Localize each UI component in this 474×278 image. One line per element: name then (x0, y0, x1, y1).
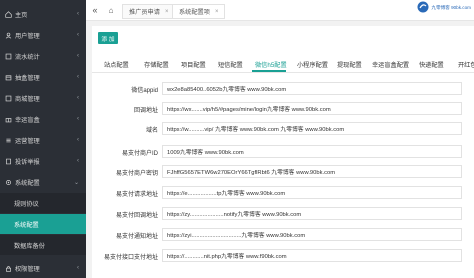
user-icon (5, 32, 12, 39)
merchant-id-field[interactable]: 1009九零博客 www.90bk.com (162, 145, 462, 158)
shop-icon (5, 95, 12, 102)
sidebar-item-lucky-box[interactable]: 幸运盲盒 ‹ (0, 109, 86, 129)
sidebar-item-label: 投诉举报 (15, 158, 40, 166)
field-label: 易支付请求地址 (115, 191, 158, 198)
chevron-left-icon: ‹ (77, 265, 79, 271)
logo-text: 九零博客 90bk.com (431, 4, 471, 10)
sidebar-item-box[interactable]: 抽盒管理 ‹ (0, 67, 86, 87)
form-row-domain: 域名 https://w..........vip/ 九零博客 www.90bk… (92, 122, 474, 136)
chevron-left-icon: ‹ (77, 53, 79, 59)
chevron-left-icon: ‹ (77, 11, 79, 17)
logo-icon (417, 1, 429, 13)
tab-promoter-apply[interactable]: 推广员申请 × (122, 4, 176, 19)
chevron-left-icon: ‹ (77, 95, 79, 101)
domain-field[interactable]: https://w..........vip/ 九零博客 www.90bk.co… (162, 122, 462, 135)
sidebar-item-label: 运营管理 (15, 137, 40, 145)
gift-icon (5, 116, 12, 123)
chevron-left-icon: ‹ (77, 74, 79, 80)
chevron-left-icon: ‹ (77, 116, 79, 122)
sidebar-item-system-config[interactable]: 系统配置 ⌄ (0, 172, 86, 192)
report-icon (5, 158, 12, 165)
sidebar-item-home[interactable]: 主页 ‹ (0, 4, 86, 24)
sidebar-item-label: 流水统计 (15, 53, 40, 61)
chevron-left-icon: ‹ (77, 158, 79, 164)
close-icon[interactable]: × (215, 9, 219, 15)
field-label: 域名 (145, 127, 158, 134)
sidebar: 主页 ‹ 用户管理 ‹ 流水统计 ‹ 抽盒管理 ‹ 商城管理 ‹ 幸运盲盒 ‹ … (0, 0, 86, 278)
sidebar-item-shop[interactable]: 商城管理 ‹ (0, 88, 86, 108)
chevron-left-icon: ‹ (77, 137, 79, 143)
sidebar-item-label: 幸运盲盒 (15, 116, 40, 124)
ops-icon (5, 137, 12, 144)
form-row-pay-api-url: 易支付接口支付地址 https://............nit.php九零博… (92, 249, 474, 263)
form-row-merchant-id: 易支付商户ID 1009九零博客 www.90bk.com (92, 145, 474, 159)
add-button[interactable]: 添 加 (98, 32, 118, 44)
tab-sms-config[interactable]: 短信配置 (218, 56, 243, 72)
field-label: 回调地址 (133, 107, 158, 114)
field-label: 易支付通知地址 (115, 233, 158, 240)
box-icon (5, 74, 12, 81)
sidebar-subitem-label: 数据库备份 (14, 242, 45, 250)
gear-icon (5, 179, 12, 186)
field-label: 易支付商户ID (121, 150, 158, 157)
notify-url-field[interactable]: https://zyi.............................… (162, 228, 462, 241)
form-row-notify-url: 易支付通知地址 https://zyi.....................… (92, 228, 474, 242)
sidebar-item-permissions[interactable]: 权限管理 ‹ (0, 258, 86, 278)
top-bar: « ⌂ 推广员申请 × 系统配置项 × 九零博客 90bk.com (86, 0, 474, 21)
sidebar-item-complaints[interactable]: 投诉举报 ‹ (0, 151, 86, 171)
sidebar-item-label: 权限管理 (15, 265, 40, 273)
sidebar-subitem-label: 规则协议 (14, 200, 39, 208)
sidebar-item-label: 用户管理 (15, 32, 40, 40)
sidebar-subitem-db-backup[interactable]: 数据库备份 (0, 235, 86, 255)
sidebar-item-label: 抽盒管理 (15, 74, 40, 82)
site-logo: 九零博客 90bk.com (417, 1, 471, 13)
chart-icon (5, 53, 12, 60)
sidebar-subitem-label: 系统配置 (14, 221, 39, 229)
tab-system-config[interactable]: 系统配置项 × (172, 4, 226, 19)
collapse-sidebar-icon[interactable]: « (88, 0, 102, 20)
field-label: 微信appid (131, 87, 158, 94)
sidebar-item-users[interactable]: 用户管理 ‹ (0, 25, 86, 45)
sidebar-item-label: 商城管理 (15, 95, 40, 103)
sidebar-item-label: 主页 (15, 11, 28, 19)
tab-red-packet[interactable]: 开红包 (458, 56, 474, 72)
sidebar-subitem-system-config[interactable]: 系统配置 (0, 214, 86, 234)
form-row-request-url: 易支付请求地址 https://e..................tp九零博… (92, 186, 474, 200)
tab-label: 推广员申请 (129, 9, 160, 16)
sidebar-item-stats[interactable]: 流水统计 ‹ (0, 46, 86, 66)
tab-storage-config[interactable]: 存储配置 (144, 56, 169, 72)
config-tabs: 站点配置 存储配置 项目配置 短信配置 微信h5配置 小程序配置 提现配置 幸运… (92, 56, 474, 73)
sidebar-item-operations[interactable]: 运营管理 ‹ (0, 130, 86, 150)
request-url-field[interactable]: https://e..................tp九零博客 www.90… (162, 186, 462, 199)
sidebar-item-label: 系统配置 (15, 179, 40, 187)
form-row-pay-callback-url: 易支付回调地址 https://zy.....................n… (92, 207, 474, 221)
pay-api-url-field[interactable]: https://............nit.php九零博客 www.f90b… (162, 249, 462, 262)
chevron-down-icon: ⌄ (73, 179, 79, 186)
callback-url-field[interactable]: https://wx.......vip/h5/#pages/mine/logi… (162, 102, 462, 115)
tab-label: 系统配置项 (179, 9, 210, 16)
home-icon[interactable]: ⌂ (104, 0, 118, 20)
tab-lucky-box-config[interactable]: 幸运盲盒配置 (372, 56, 409, 72)
close-icon[interactable]: × (165, 9, 169, 15)
field-label: 易支付商户密钥 (115, 170, 158, 177)
form-row-merchant-key: 易支付商户密钥 FJhffG5657ETW6w270EOrY66TgflRbt6… (92, 165, 474, 179)
form-row-callback-url: 回调地址 https://wx.......vip/h5/#pages/mine… (92, 102, 474, 116)
wechat-appid-field[interactable]: wx2e8a85400..6052b九零博客 www.90bk.com (162, 82, 462, 95)
field-label: 易支付回调地址 (115, 212, 158, 219)
form-row-wechat-appid: 微信appid wx2e8a85400..6052b九零博客 www.90bk.… (92, 82, 474, 96)
tab-miniprogram-config[interactable]: 小程序配置 (297, 56, 328, 72)
tab-site-config[interactable]: 站点配置 (104, 56, 129, 72)
tab-express-config[interactable]: 快递配置 (419, 56, 444, 72)
home-icon (5, 10, 12, 18)
sidebar-subitem-rules[interactable]: 规则协议 (0, 193, 86, 213)
lock-icon (5, 265, 12, 272)
tab-project-config[interactable]: 项目配置 (181, 56, 206, 72)
pay-callback-url-field[interactable]: https://zy.....................notify九零博… (162, 207, 462, 220)
merchant-key-field[interactable]: FJhffG5657ETW6w270EOrY66TgflRbt6 九零博客 ww… (162, 165, 462, 178)
main-content: 添 加 站点配置 存储配置 项目配置 短信配置 微信h5配置 小程序配置 提现配… (92, 26, 474, 278)
field-label: 易支付接口支付地址 (103, 254, 158, 261)
active-tab-indicator (252, 70, 286, 72)
tab-withdraw-config[interactable]: 提现配置 (337, 56, 362, 72)
chevron-left-icon: ‹ (77, 32, 79, 38)
